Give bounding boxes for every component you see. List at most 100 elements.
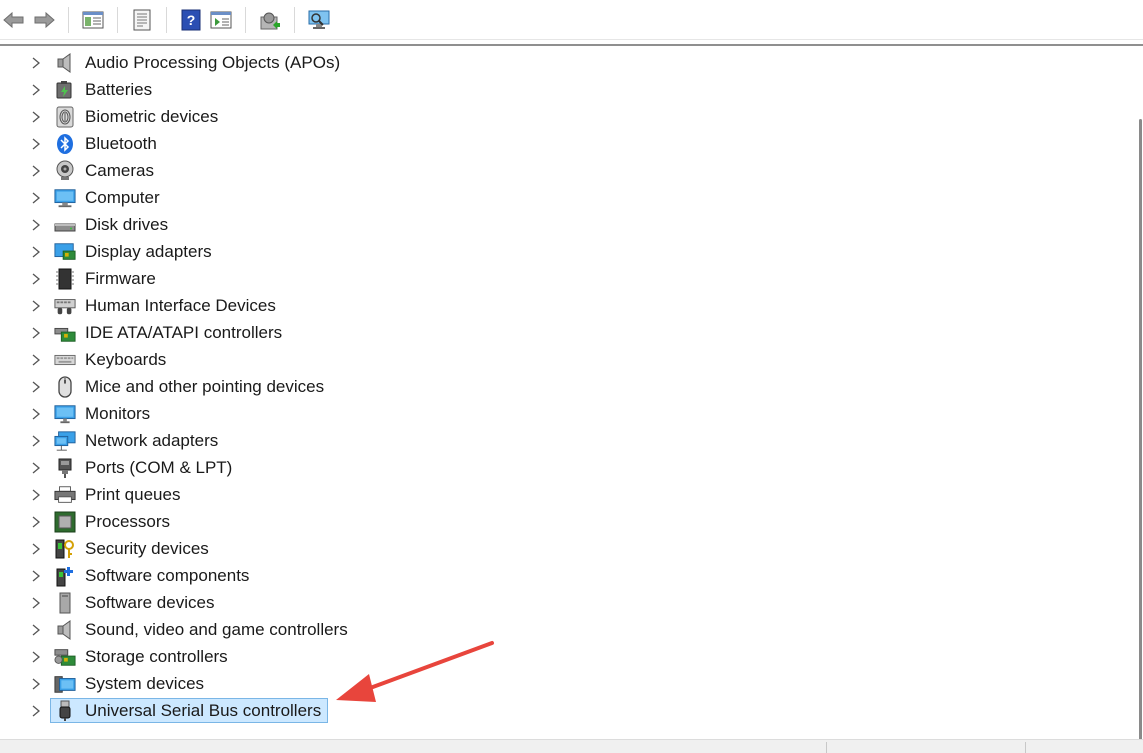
security-key-icon [54,538,76,560]
chevron-right-icon[interactable] [30,354,42,366]
tree-item-print-queues[interactable]: Print queues [0,481,1100,508]
tree-item-mice-and-other-pointing-devices[interactable]: Mice and other pointing devices [0,373,1100,400]
computer-icon [54,187,76,209]
tree-item-human-interface-devices[interactable]: Human Interface Devices [0,292,1100,319]
tree-item-batteries[interactable]: Batteries [0,76,1100,103]
tree-item-processors[interactable]: Processors [0,508,1100,535]
status-bar [0,739,1143,753]
storage-controller-icon [54,646,76,668]
chevron-right-icon[interactable] [30,678,42,690]
tree-item-label: Cameras [85,161,154,180]
chevron-right-icon[interactable] [30,381,42,393]
chevron-right-icon[interactable] [30,705,42,717]
tree-item-computer[interactable]: Computer [0,184,1100,211]
toolbar-separator [294,6,295,33]
keyboard-icon [54,349,76,371]
toolbar-separator [245,6,246,33]
tree-item-cameras[interactable]: Cameras [0,157,1100,184]
scan-hardware-changes-icon[interactable] [307,8,331,32]
tree-item-label: Monitors [85,404,151,423]
tree-item-label: System devices [85,674,205,693]
tree-item-label: Human Interface Devices [85,296,276,315]
tree-item-label: Network adapters [85,431,219,450]
tree-item-network-adapters[interactable]: Network adapters [0,427,1100,454]
tree-item-label: Keyboards [85,350,167,369]
toolbar-divider [0,44,1143,46]
chevron-right-icon[interactable] [30,57,42,69]
monitor-icon [54,403,76,425]
port-icon [54,457,76,479]
chevron-right-icon[interactable] [30,246,42,258]
chevron-right-icon[interactable] [30,651,42,663]
software-device-icon [54,592,76,614]
tree-item-label: Audio Processing Objects (APOs) [85,53,341,72]
hid-icon [54,295,76,317]
chevron-right-icon[interactable] [30,138,42,150]
sound-icon [54,619,76,641]
ide-controller-icon [54,322,76,344]
device-tree: Audio Processing Objects (APOs) Batterie… [0,49,1143,739]
chevron-right-icon[interactable] [30,570,42,582]
chevron-right-icon[interactable] [30,300,42,312]
properties-icon[interactable] [130,8,154,32]
tree-item-software-components[interactable]: Software components [0,562,1100,589]
chevron-right-icon[interactable] [30,192,42,204]
update-driver-icon[interactable] [258,8,282,32]
tree-item-audio-processing-objects[interactable]: Audio Processing Objects (APOs) [0,49,1100,76]
tree-item-label: Security devices [85,539,209,558]
tree-item-sound-video-game-controllers[interactable]: Sound, video and game controllers [0,616,1100,643]
tree-item-firmware[interactable]: Firmware [0,265,1100,292]
show-hide-console-tree-icon[interactable] [81,8,105,32]
tree-item-universal-serial-bus-controllers[interactable]: Universal Serial Bus controllers [0,697,1100,724]
toolbar-separator [166,6,167,33]
tree-item-label: Software devices [85,593,215,612]
tree-item-monitors[interactable]: Monitors [0,400,1100,427]
tree-item-label: IDE ATA/ATAPI controllers [85,323,283,342]
chevron-right-icon[interactable] [30,624,42,636]
tree-item-label: Mice and other pointing devices [85,377,325,396]
battery-icon [54,79,76,101]
tree-item-ide-ata-atapi-controllers[interactable]: IDE ATA/ATAPI controllers [0,319,1100,346]
tree-item-bluetooth[interactable]: Bluetooth [0,130,1100,157]
tree-item-label: Print queues [85,485,181,504]
display-adapter-icon [54,241,76,263]
chevron-right-icon[interactable] [30,111,42,123]
toolbar-separator [68,6,69,33]
tree-item-label: Display adapters [85,242,212,261]
tree-item-biometric-devices[interactable]: Biometric devices [0,103,1100,130]
chevron-right-icon[interactable] [30,84,42,96]
tree-item-security-devices[interactable]: Security devices [0,535,1100,562]
chevron-right-icon[interactable] [30,597,42,609]
tree-item-storage-controllers[interactable]: Storage controllers [0,643,1100,670]
tree-item-disk-drives[interactable]: Disk drives [0,211,1100,238]
tree-item-label: Biometric devices [85,107,219,126]
usb-icon [54,700,76,722]
chevron-right-icon[interactable] [30,408,42,420]
tree-item-display-adapters[interactable]: Display adapters [0,238,1100,265]
processor-icon [54,511,76,533]
chevron-right-icon[interactable] [30,489,42,501]
tree-item-label: Disk drives [85,215,169,234]
tree-item-label: Firmware [85,269,156,288]
chevron-right-icon[interactable] [30,273,42,285]
back-arrow-icon[interactable] [2,8,26,32]
chevron-right-icon[interactable] [30,462,42,474]
tree-item-ports-com-lpt[interactable]: Ports (COM & LPT) [0,454,1100,481]
vertical-scrollbar[interactable] [1138,49,1143,753]
forward-arrow-icon[interactable] [32,8,56,32]
tree-item-label: Ports (COM & LPT) [85,458,233,477]
tree-item-label: Bluetooth [85,134,157,153]
chevron-right-icon[interactable] [30,516,42,528]
show-action-pane-icon[interactable] [209,8,233,32]
chevron-right-icon[interactable] [30,327,42,339]
chevron-right-icon[interactable] [30,435,42,447]
scrollbar-thumb[interactable] [1139,119,1142,753]
help-icon[interactable]: ? [179,8,203,32]
device-manager-window: ? Audio Processing Objects (APOs) Batter… [0,0,1143,753]
chevron-right-icon[interactable] [30,543,42,555]
chevron-right-icon[interactable] [30,219,42,231]
tree-item-system-devices[interactable]: System devices [0,670,1100,697]
tree-item-keyboards[interactable]: Keyboards [0,346,1100,373]
tree-item-software-devices[interactable]: Software devices [0,589,1100,616]
chevron-right-icon[interactable] [30,165,42,177]
